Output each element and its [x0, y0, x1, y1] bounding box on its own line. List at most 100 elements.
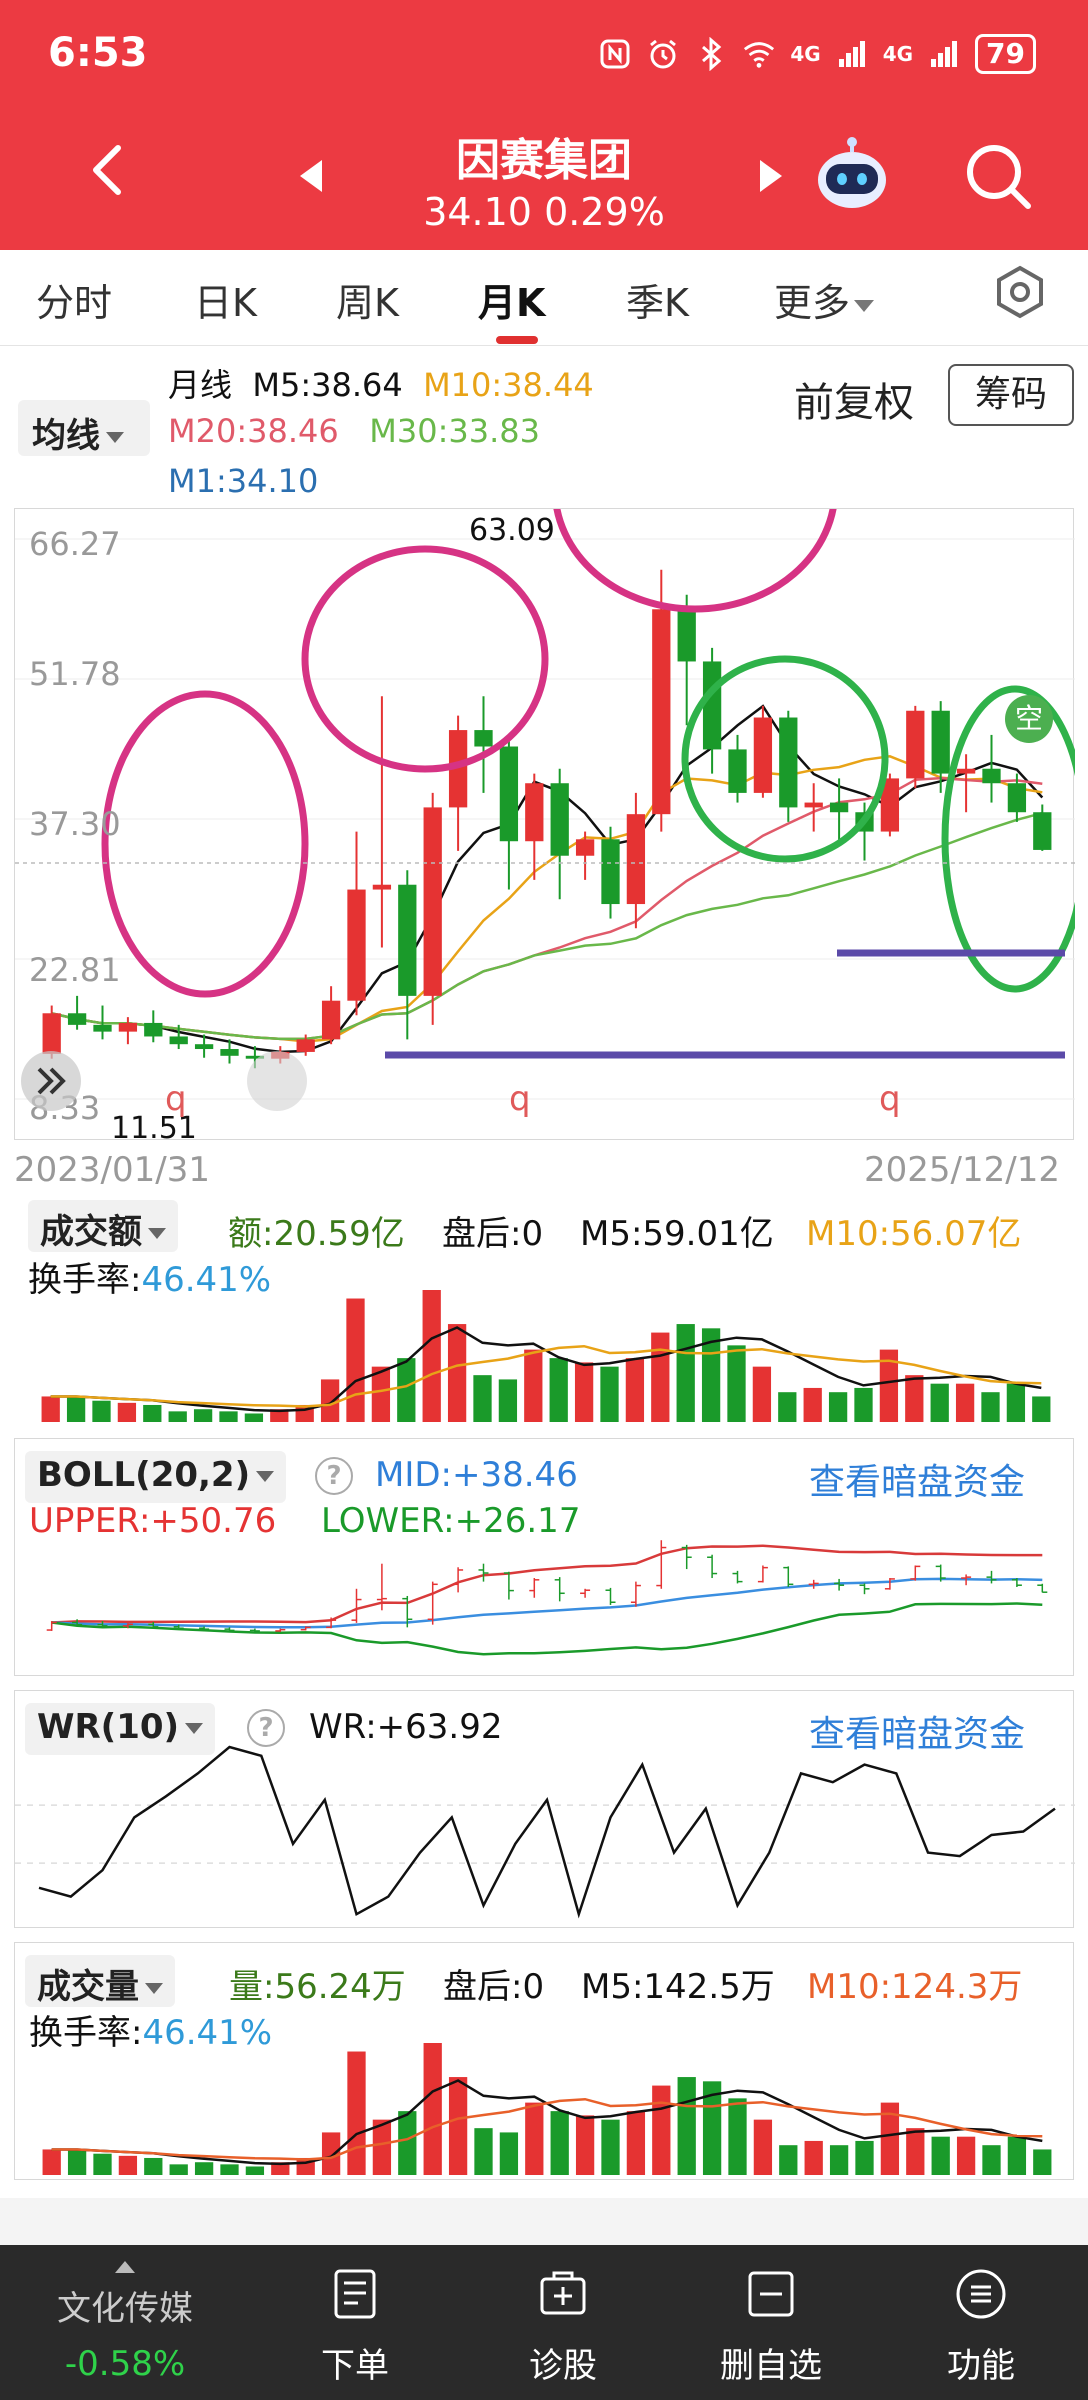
volume-bar — [524, 1349, 543, 1422]
header-bar: 6:53 4G 4G 79 因赛集团 34.10 0.29% — [0, 0, 1088, 250]
candle-body — [296, 1039, 315, 1052]
volume-panel[interactable]: 成交量 量:56.24万 盘后:0 M5:142.5万 M10:124.3万 换… — [14, 1942, 1074, 2180]
volume-bar — [1032, 1396, 1051, 1422]
volume-bar — [193, 1409, 213, 1422]
boll-mid: MID:+38.46 — [375, 1455, 578, 1495]
period-label: 月线 — [168, 366, 233, 404]
search-icon — [967, 145, 1031, 209]
candle-body — [601, 839, 620, 905]
next-stock-button[interactable] — [760, 160, 782, 192]
y-tick-4: 22.81 — [29, 951, 121, 989]
volume-bar — [779, 2145, 798, 2175]
volume-bar — [1007, 2136, 1027, 2175]
sector-name: 文化传媒 — [57, 2289, 193, 2329]
dropdown-arrow-icon — [256, 1471, 275, 1482]
candle-body — [474, 730, 493, 747]
candle-body — [220, 1049, 239, 1056]
dropdown-arrow-icon — [185, 1723, 204, 1734]
volume-bar — [955, 1383, 975, 1422]
volume-bar — [626, 2111, 646, 2175]
wr-panel[interactable]: WR(10) ? WR:+63.92 查看暗盘资金 — [14, 1690, 1075, 1928]
wr-selector[interactable]: WR(10) — [25, 1703, 216, 1755]
volume-selector[interactable]: 成交量 — [25, 1955, 175, 2007]
y-tick-3: 37.30 — [29, 805, 121, 843]
volume-bar — [575, 2115, 595, 2175]
dark-pool-link-2[interactable]: 查看暗盘资金 — [809, 1705, 1025, 1757]
candle-body — [829, 802, 849, 813]
tab-intraday[interactable]: 分时 — [36, 272, 112, 327]
y-tick-1: 66.27 — [29, 525, 121, 563]
search-button[interactable] — [962, 140, 1034, 212]
candle-body — [982, 768, 1001, 784]
settings-hexagon-button[interactable] — [990, 262, 1050, 322]
volume-bar — [728, 2098, 747, 2175]
stock-price: 34.10 — [423, 190, 532, 234]
flag-marker-3[interactable]: q — [879, 1079, 901, 1119]
dropdown-arrow-icon — [145, 1983, 163, 1994]
ma-line-1: 月线 M5:38.64 M10:38.44 — [168, 360, 594, 406]
function-button[interactable]: 功能 — [906, 2267, 1056, 2387]
boll-panel[interactable]: BOLL(20,2) ? MID:+38.46 查看暗盘资金 UPPER:+50… — [14, 1438, 1074, 1676]
ma1-value: M1:34.10 — [168, 462, 319, 500]
volume-bar — [473, 1375, 492, 1422]
volume-bar — [652, 2085, 671, 2175]
diagnose-icon — [540, 2271, 586, 2315]
order-button[interactable]: 下单 — [280, 2267, 430, 2387]
turnover-label: 换手率:46.41% — [28, 1252, 271, 1301]
wr-selector-label: WR(10) — [37, 1707, 180, 1747]
amount-panel[interactable]: 成交额 额:20.59亿 盘后:0 M5:59.01亿 M10:56.07亿 换… — [14, 1190, 1074, 1430]
volume-bar — [854, 1387, 873, 1422]
volume-bar — [549, 1358, 568, 1422]
boll-lower: LOWER:+26.17 — [321, 1501, 581, 1541]
tab-weekly[interactable]: 周K — [336, 272, 399, 327]
candle-body — [804, 802, 823, 808]
remove-watchlist-button[interactable]: 删自选 — [696, 2267, 846, 2387]
indicator-selector-ma[interactable]: 均线 — [18, 400, 150, 456]
chip-distribution-button[interactable]: 筹码 — [948, 364, 1074, 426]
ma20-value: M20:38.46 — [168, 412, 339, 450]
flag-marker-2[interactable]: q — [509, 1079, 531, 1119]
candle-body — [931, 710, 950, 774]
turnover-caption: 换手率: — [28, 1260, 142, 1300]
crosshair-button[interactable] — [247, 1051, 307, 1111]
volume-bar — [448, 2077, 468, 2175]
volume-bar — [828, 1392, 848, 1422]
kline-chart[interactable]: 66.27 51.78 37.30 22.81 8.33 63.09 11.51… — [14, 508, 1075, 1146]
diagnose-button[interactable]: 诊股 — [488, 2267, 638, 2387]
expand-left-button[interactable] — [21, 1051, 81, 1111]
candle-body — [677, 609, 696, 662]
signal-icon — [835, 37, 869, 71]
volume-bar — [220, 2164, 239, 2175]
hand-drawn-circle-2 — [301, 545, 549, 773]
tab-monthly[interactable]: 月K — [478, 272, 545, 327]
stock-change: 0.29% — [544, 190, 665, 234]
volume-bar — [117, 1402, 137, 1422]
network-type: 4G — [790, 42, 821, 66]
ma5-value: M5:38.64 — [252, 366, 403, 404]
amount-selector-label: 成交额 — [40, 1212, 142, 1252]
remove-watchlist-label: 删自选 — [720, 2346, 822, 2386]
volume-bar — [42, 2149, 61, 2175]
short-signal-badge[interactable]: 空 — [1005, 695, 1053, 743]
tab-daily[interactable]: 日K — [194, 272, 257, 327]
volume-bar — [525, 2102, 544, 2175]
volume-bar — [498, 1379, 518, 1422]
ma10-value: M10:38.44 — [423, 366, 594, 404]
dark-pool-link[interactable]: 查看暗盘资金 — [809, 1453, 1025, 1505]
candle-body — [550, 783, 569, 856]
ma-line-2: M20:38.46 M30:33.83 — [168, 412, 540, 450]
wr-help-icon[interactable]: ? — [247, 1709, 285, 1747]
amount-selector[interactable]: 成交额 — [28, 1200, 178, 1252]
volume-bar — [422, 1290, 441, 1422]
volume-bar — [753, 2119, 773, 2175]
boll-help-icon[interactable]: ? — [315, 1457, 353, 1495]
tab-more[interactable]: 更多 — [774, 272, 875, 327]
flag-marker-1[interactable]: q — [165, 1079, 187, 1119]
sector-quote[interactable]: 文化传媒 -0.58% — [30, 2261, 220, 2384]
volume-bar — [625, 1358, 645, 1422]
boll-selector[interactable]: BOLL(20,2) — [25, 1451, 287, 1503]
remove-icon — [748, 2271, 794, 2317]
adjustment-mode[interactable]: 前复权 — [794, 370, 914, 428]
robot-assistant-icon[interactable] — [812, 136, 892, 216]
tab-quarterly[interactable]: 季K — [626, 272, 689, 327]
